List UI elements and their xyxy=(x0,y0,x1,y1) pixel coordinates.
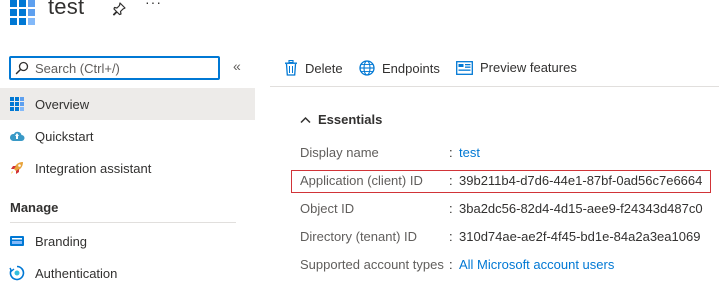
sidebar-item-label: Quickstart xyxy=(35,128,94,144)
preview-features-label: Preview features xyxy=(480,60,577,75)
delete-button[interactable]: Delete xyxy=(284,60,343,76)
sidebar-item-label: Authentication xyxy=(35,265,118,281)
sidebar-item-integration-assistant[interactable]: Integration assistant xyxy=(0,152,255,184)
page-title: test xyxy=(48,0,85,19)
essentials-title: Essentials xyxy=(318,112,383,127)
preview-features-button[interactable]: Preview features xyxy=(456,60,577,75)
authentication-icon xyxy=(9,265,25,281)
chevron-up-icon xyxy=(300,116,311,123)
overview-grid-icon xyxy=(10,97,24,111)
search-icon xyxy=(15,61,29,75)
preview-features-icon xyxy=(456,60,473,75)
pin-icon[interactable] xyxy=(112,2,126,16)
branding-icon xyxy=(10,236,24,246)
cloud-quickstart-icon xyxy=(9,131,25,141)
supported-account-types-link[interactable]: All Microsoft account users xyxy=(459,257,614,272)
directory-tenant-id-value[interactable]: 310d74ae-ae2f-4f45-bd1e-84a2a3ea1069 xyxy=(459,229,700,244)
application-client-id-value[interactable]: 39b211b4-d7d6-44e1-87bf-0ad56c7e6664 xyxy=(459,173,702,188)
sidebar-item-overview[interactable]: Overview xyxy=(0,88,255,120)
command-bar: Delete Endpoints Preview features xyxy=(270,52,719,86)
sidebar-item-label: Branding xyxy=(35,233,88,249)
property-label: Directory (tenant) ID xyxy=(300,229,418,244)
essentials-toggle[interactable]: Essentials xyxy=(300,112,382,127)
app-registration-grid-icon xyxy=(10,0,35,25)
search-input[interactable]: Search (Ctrl+/) xyxy=(9,56,220,80)
toolbar-divider xyxy=(270,86,719,87)
property-colon: : xyxy=(449,201,453,216)
display-name-link[interactable]: test xyxy=(459,145,480,160)
property-label: Application (client) ID xyxy=(300,173,423,188)
property-colon: : xyxy=(449,229,453,244)
delete-label: Delete xyxy=(305,60,343,76)
search-placeholder: Search (Ctrl+/) xyxy=(35,61,120,76)
object-id-value[interactable]: 3ba2dc56-82d4-4d15-aee9-f24343d487c0 xyxy=(459,201,703,216)
property-label: Supported account types xyxy=(300,257,444,272)
property-label: Display name xyxy=(300,145,379,160)
property-colon: : xyxy=(449,145,453,160)
property-colon: : xyxy=(449,173,453,188)
sidebar-item-quickstart[interactable]: Quickstart xyxy=(0,120,255,152)
endpoints-label: Endpoints xyxy=(382,60,440,76)
endpoints-button[interactable]: Endpoints xyxy=(359,60,440,76)
sidebar-item-label: Integration assistant xyxy=(35,160,152,176)
sidebar: Search (Ctrl+/) « Overview Quickstart In… xyxy=(0,50,255,282)
globe-icon xyxy=(359,60,375,76)
sidebar-item-label: Overview xyxy=(35,96,90,112)
collapse-sidebar-button[interactable]: « xyxy=(233,58,241,74)
more-options-icon[interactable]: ··· xyxy=(145,0,162,10)
property-colon: : xyxy=(449,257,453,272)
trash-icon xyxy=(285,60,297,76)
rocket-icon xyxy=(11,162,23,174)
section-heading-manage: Manage xyxy=(10,200,59,215)
sidebar-item-authentication[interactable]: Authentication xyxy=(0,257,255,282)
sidebar-item-branding[interactable]: Branding xyxy=(0,225,255,257)
property-label: Object ID xyxy=(300,201,355,216)
section-divider xyxy=(10,222,236,223)
